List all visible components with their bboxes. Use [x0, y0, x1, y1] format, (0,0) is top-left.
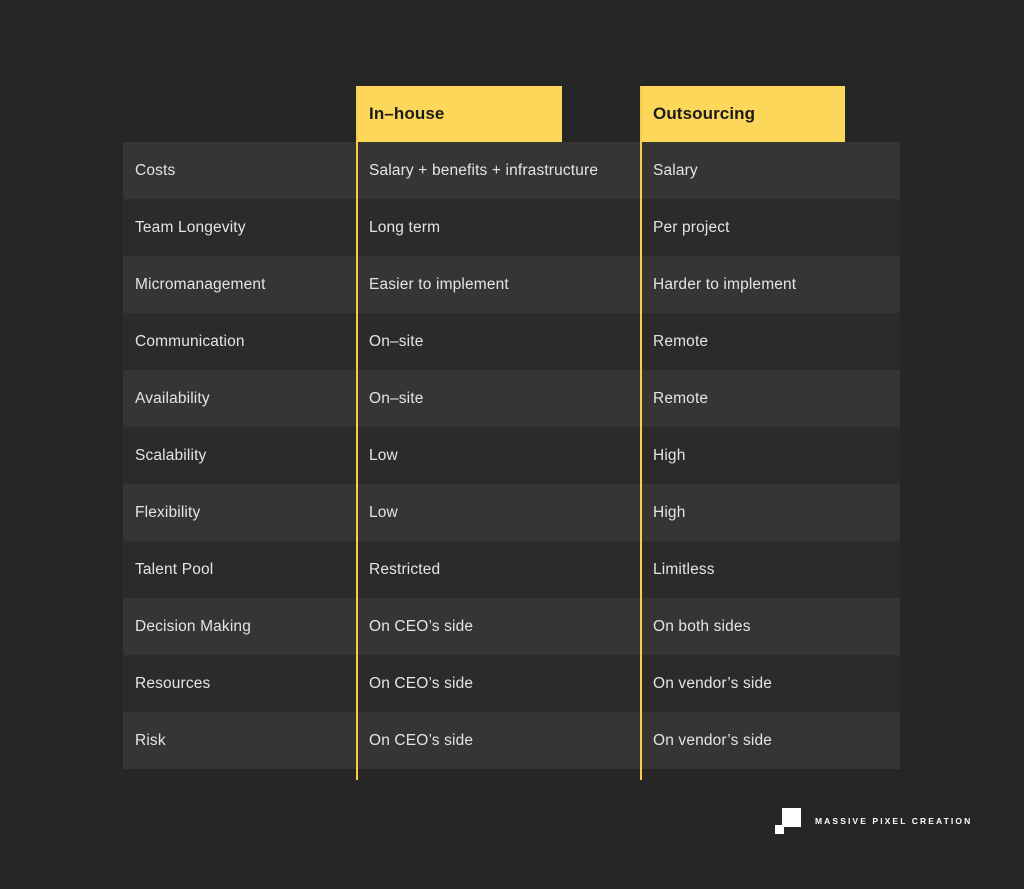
row-value-outsourcing: Limitless: [653, 560, 715, 578]
row-value-outsourcing: On vendor’s side: [653, 674, 773, 692]
column-divider-outsourcing: [640, 86, 642, 780]
table-row: Talent Pool Restricted Limitless: [123, 541, 900, 598]
row-value-inhouse: On CEO’s side: [369, 617, 474, 635]
row-value-inhouse: Long term: [369, 218, 441, 236]
table-row: Resources On CEO’s side On vendor’s side: [123, 655, 900, 712]
row-value-inhouse: Salary + benefits + infrastructure: [369, 161, 599, 179]
row-label: Decision Making: [135, 617, 251, 635]
table-row: Decision Making On CEO’s side On both side…: [123, 598, 900, 655]
column-header-inhouse-label: In–house: [369, 104, 445, 123]
column-header-inhouse: In–house: [356, 86, 562, 142]
brand-logo-text: MASSIVE PIXEL CREATION: [815, 816, 973, 826]
row-value-outsourcing: Per project: [653, 218, 730, 236]
row-value-outsourcing: High: [653, 503, 686, 521]
row-value-inhouse: On CEO’s side: [369, 674, 474, 692]
table-row: Team Longevity Long term Per project: [123, 199, 900, 256]
table-row: Risk On CEO’s side On vendor’s side: [123, 712, 900, 769]
row-value-inhouse: Restricted: [369, 560, 441, 578]
row-label: Communication: [135, 332, 245, 350]
column-divider-inhouse: [356, 86, 358, 780]
row-value-outsourcing: High: [653, 446, 686, 464]
row-value-outsourcing: Remote: [653, 332, 709, 350]
row-value-outsourcing: On vendor’s side: [653, 731, 773, 749]
row-label: Risk: [135, 731, 166, 749]
row-value-outsourcing: Salary: [653, 161, 698, 179]
row-value-inhouse: Easier to implement: [369, 275, 509, 293]
table-row: Availability On–site Remote: [123, 370, 900, 427]
comparison-table-body: Costs Salary + benefits + infrastructure S…: [123, 142, 900, 769]
table-row: Communication On–site Remote: [123, 313, 900, 370]
table-row: Costs Salary + benefits + infrastructure S…: [123, 142, 900, 199]
row-label: Scalability: [135, 446, 207, 464]
row-value-outsourcing: Harder to implement: [653, 275, 797, 293]
row-value-outsourcing: On both sides: [653, 617, 751, 635]
brand-logo: MASSIVE PIXEL CREATION: [775, 808, 972, 834]
table-row: Flexibility Low High: [123, 484, 900, 541]
row-value-inhouse: Low: [369, 446, 398, 464]
row-label: Availability: [135, 389, 210, 407]
row-label: Costs: [135, 161, 176, 179]
row-value-inhouse: On–site: [369, 389, 424, 407]
row-value-inhouse: On CEO’s side: [369, 731, 474, 749]
column-header-outsourcing: Outsourcing: [640, 86, 845, 142]
column-header-outsourcing-label: Outsourcing: [653, 104, 756, 123]
row-label: Resources: [135, 674, 211, 692]
row-value-inhouse: Low: [369, 503, 398, 521]
two-squares-icon: [775, 808, 801, 834]
table-row: Scalability Low High: [123, 427, 900, 484]
comparison-table-infographic: In–house Outsourcing Costs Salary + benef…: [0, 0, 1024, 889]
row-value-outsourcing: Remote: [653, 389, 709, 407]
row-value-inhouse: On–site: [369, 332, 424, 350]
row-label: Flexibility: [135, 503, 201, 521]
row-label: Team Longevity: [135, 218, 246, 236]
row-label: Micromanagement: [135, 275, 266, 293]
table-row: Micromanagement Easier to implement Harder…: [123, 256, 900, 313]
row-label: Talent Pool: [135, 560, 214, 578]
